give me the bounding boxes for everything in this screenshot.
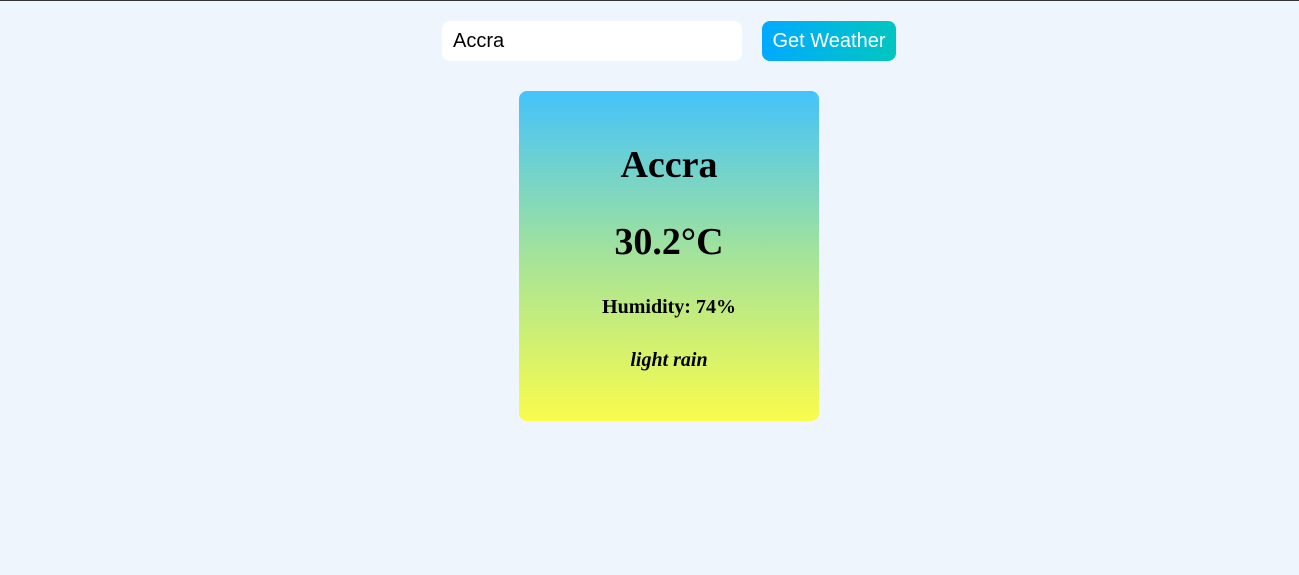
- search-bar: Get Weather: [442, 21, 896, 61]
- temperature: 30.2°C: [614, 221, 724, 263]
- get-weather-button[interactable]: Get Weather: [762, 21, 896, 61]
- weather-card: Accra 30.2°C Humidity: 74% light rain: [519, 91, 819, 421]
- weather-app: { "search": { "input_value": "Accra", "b…: [0, 0, 1299, 575]
- humidity: Humidity: 74%: [602, 296, 736, 318]
- city-name: Accra: [620, 144, 718, 186]
- city-search-input[interactable]: [442, 21, 742, 61]
- weather-description: light rain: [630, 349, 708, 371]
